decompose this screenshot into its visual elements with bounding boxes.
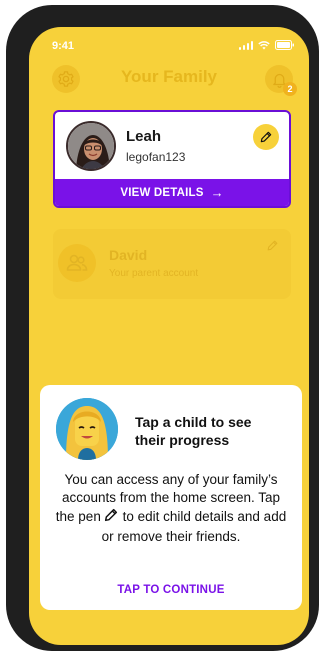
child-card[interactable]: Leah legofan123 VIEW DETAILS → bbox=[53, 110, 291, 208]
parent-avatar bbox=[58, 244, 96, 282]
parent-card[interactable]: David Your parent account bbox=[53, 229, 291, 299]
child-avatar bbox=[66, 121, 116, 171]
parent-subtitle: Your parent account bbox=[109, 268, 199, 279]
app-screen: 9:41 Your Family 2 Leah legofan123 VIEW … bbox=[29, 27, 309, 645]
edit-child-button[interactable] bbox=[253, 124, 279, 150]
battery-icon bbox=[275, 40, 295, 50]
arrow-right-icon: → bbox=[210, 185, 224, 200]
pencil-icon bbox=[103, 507, 119, 528]
notification-badge: 2 bbox=[283, 82, 297, 96]
notifications-button[interactable]: 2 bbox=[265, 65, 297, 96]
edit-parent-button[interactable] bbox=[266, 239, 279, 257]
tap-to-continue-button[interactable]: TAP TO CONTINUE bbox=[40, 584, 302, 596]
minifigure-avatar bbox=[56, 398, 118, 460]
tooltip-body-part-2: to edit child details and add or remove … bbox=[101, 509, 287, 544]
users-icon bbox=[66, 254, 88, 271]
wifi-icon bbox=[258, 40, 270, 50]
signal-icon bbox=[238, 40, 253, 50]
tooltip-title: Tap a child to see their progress bbox=[135, 414, 252, 448]
status-time: 9:41 bbox=[52, 40, 75, 52]
onboarding-tooltip: Tap a child to see their progress You ca… bbox=[40, 385, 302, 610]
tooltip-body: You can access any of your family’s acco… bbox=[54, 471, 288, 546]
view-details-button[interactable]: VIEW DETAILS → bbox=[55, 179, 289, 206]
view-details-label: VIEW DETAILS bbox=[120, 186, 204, 199]
status-icons bbox=[238, 40, 296, 50]
phone-frame: 9:41 Your Family 2 Leah legofan123 VIEW … bbox=[6, 5, 319, 651]
pencil-icon bbox=[260, 131, 272, 143]
child-name: Leah bbox=[126, 128, 162, 145]
child-username: legofan123 bbox=[126, 150, 186, 164]
parent-name: David bbox=[109, 247, 148, 263]
pencil-icon bbox=[267, 240, 278, 251]
